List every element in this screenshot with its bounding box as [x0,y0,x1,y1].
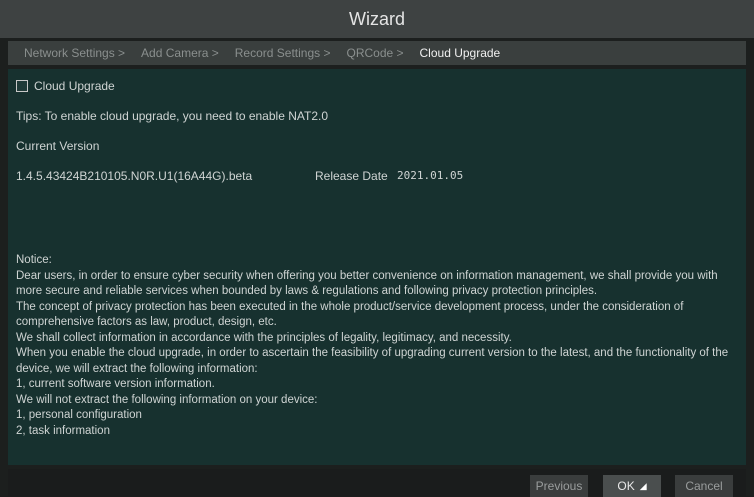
notice-line: Notice: [16,254,52,266]
notice-text: Notice: Dear users, in order to ensure c… [16,253,742,439]
notice-line: The concept of privacy protection has be… [16,300,684,329]
previous-button[interactable]: Previous [530,475,588,497]
notice-line: Dear users, in order to ensure cyber sec… [16,269,718,298]
notice-line: We will not extract the following inform… [16,393,318,406]
wizard-window: Wizard Network Settings > Add Camera > R… [0,0,754,497]
tips-text: Tips: To enable cloud upgrade, you need … [16,109,328,123]
notice-line: 1, personal configuration [16,409,142,421]
cancel-button[interactable]: Cancel [675,475,733,497]
wizard-steps-nav: Network Settings > Add Camera > Record S… [8,41,746,65]
ok-button-label: OK [617,479,635,493]
current-version-label: Current Version [16,139,100,153]
notice-line: 1, current software version information. [16,378,215,390]
notice-line: When you enable the cloud upgrade, in or… [16,347,729,375]
window-title-text: Wizard [348,8,405,29]
cloud-upgrade-option[interactable]: Cloud Upgrade [16,79,115,93]
cloud-upgrade-checkbox[interactable] [16,80,28,92]
window-title: Wizard [0,0,754,38]
step-network-settings[interactable]: Network Settings > [24,46,125,60]
cancel-button-label: Cancel [685,479,723,493]
release-date-value: 2021.01.05 [397,169,464,182]
current-version-value: 1.4.5.43424B210105.N0R.U1(16A44G).beta [16,169,253,183]
notice-line: We shall collect information in accordan… [16,331,512,344]
ok-button[interactable]: OK ◢ [603,475,661,497]
notice-line: 2, task information [16,424,110,437]
step-record-settings[interactable]: Record Settings > [235,46,331,60]
cloud-upgrade-checkbox-label: Cloud Upgrade [34,79,115,93]
step-add-camera[interactable]: Add Camera > [141,46,219,60]
mouse-pointer-icon: ◢ [639,480,647,491]
previous-button-label: Previous [535,479,583,493]
release-date-label: Release Date [315,169,388,183]
step-qrcode[interactable]: QRCode > [346,46,403,60]
step-cloud-upgrade[interactable]: Cloud Upgrade [420,46,501,60]
cloud-upgrade-panel: Cloud Upgrade Tips: To enable cloud upgr… [8,69,746,465]
